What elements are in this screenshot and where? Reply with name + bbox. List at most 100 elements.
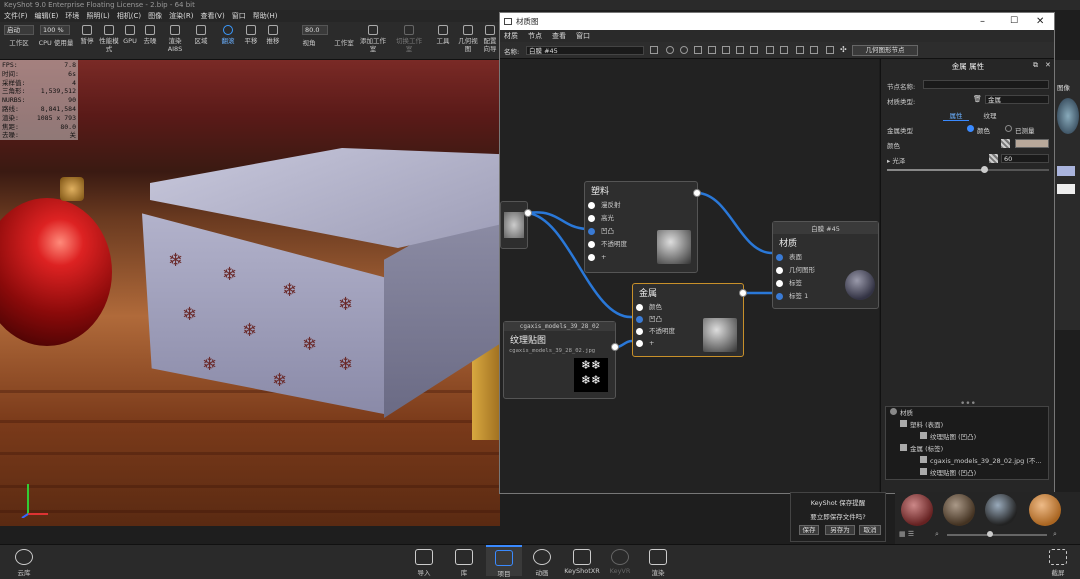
menu-window[interactable]: 窗口	[232, 10, 246, 22]
material-thumbnail[interactable]	[1029, 494, 1061, 526]
radio-icon[interactable]	[1005, 125, 1012, 132]
output-port[interactable]	[739, 289, 747, 297]
tool-icon[interactable]	[810, 46, 818, 54]
port-icon[interactable]	[636, 316, 643, 323]
expand-icon[interactable]: ▸	[887, 157, 890, 165]
slider-handle[interactable]	[987, 531, 993, 537]
project-button[interactable]: 项目	[486, 545, 522, 578]
radio-selected-icon[interactable]	[967, 125, 974, 132]
port-icon[interactable]	[636, 328, 643, 335]
tree-row[interactable]: 纹理贴图 (凹凸)	[886, 467, 1048, 479]
add-studio-button[interactable]: 添加工作室	[360, 25, 386, 53]
menu-material[interactable]: 材质	[504, 30, 518, 42]
menu-camera[interactable]: 相机(C)	[117, 10, 141, 22]
node-graph-canvas[interactable]: 塑料 漫反射 高光 凹凸 不透明度 + 金属 颜色 凹凸 不透明度 + 白膜 #…	[500, 59, 879, 493]
tree-row[interactable]: 金属 (标签)	[886, 443, 1048, 455]
render-viewport[interactable]: ❄ ❄ ❄ ❄ ❄ ❄ ❄ ❄ ❄ ❄ FPS: 7.8 时间: 6s 采样值: 4 …	[0, 60, 500, 526]
color-swatch[interactable]	[1057, 184, 1075, 194]
library-button[interactable]: 库	[446, 549, 482, 577]
slider-handle[interactable]	[981, 166, 989, 173]
perspective-button[interactable]: 视角	[300, 39, 318, 47]
config-wizard-button[interactable]: 配置向导	[482, 25, 498, 53]
tool-icon[interactable]	[680, 46, 688, 54]
delete-icon[interactable]	[736, 46, 744, 54]
tool-icon[interactable]	[694, 46, 702, 54]
menu-image[interactable]: 图像	[148, 10, 162, 22]
tool-icon[interactable]	[796, 46, 804, 54]
close-icon[interactable]: ✕	[1036, 13, 1044, 30]
thumbnail-size-slider[interactable]	[947, 534, 1047, 536]
workspace-button[interactable]: 工作区	[4, 39, 34, 47]
metal-node[interactable]: 金属 颜色 凹凸 不透明度 +	[632, 283, 744, 357]
menu-render[interactable]: 渲染(R)	[169, 10, 193, 22]
port-icon[interactable]	[776, 267, 783, 274]
menu-view[interactable]: 查看	[552, 30, 566, 42]
studio-button[interactable]: 工作室	[332, 39, 356, 47]
tab-texture[interactable]: 纹理	[977, 110, 1003, 120]
minimize-icon[interactable]: –	[980, 13, 985, 30]
zoom-out-icon[interactable]: ⌕	[935, 530, 939, 539]
animation-button[interactable]: 动画	[524, 549, 560, 577]
cpu-usage[interactable]: CPU 使用量	[36, 39, 76, 47]
tree-row[interactable]: 纹理贴图 (凹凸)	[886, 431, 1048, 443]
color-swatch[interactable]	[1057, 166, 1075, 176]
material-node[interactable]: 白膜 #45 材质 表面 几何图形 标签 标签 1	[772, 221, 879, 309]
cancel-button[interactable]: 取消	[859, 525, 881, 535]
save-button[interactable]: 保存	[799, 525, 819, 535]
port-icon[interactable]	[588, 241, 595, 248]
geometry-node-button[interactable]: 几何图形节点	[852, 45, 918, 56]
roughness-slider[interactable]	[887, 169, 1049, 171]
zoom-field[interactable]: 100 %	[40, 25, 70, 35]
texture-map-icon[interactable]	[1001, 139, 1010, 148]
switch-studio-button[interactable]: 切换工作室	[396, 25, 422, 53]
menu-lighting[interactable]: 照明(L)	[86, 10, 109, 22]
fov-field[interactable]: 80.0	[302, 25, 328, 35]
material-thumbnail[interactable]	[943, 494, 975, 526]
tree-row[interactable]: 材质	[886, 407, 1048, 419]
menu-window[interactable]: 窗口	[576, 30, 590, 42]
tool-icon[interactable]	[666, 46, 674, 54]
pan-button[interactable]: 平移	[242, 25, 260, 45]
close-icon[interactable]: ✕	[1045, 61, 1051, 69]
port-icon[interactable]	[588, 202, 595, 209]
menu-view[interactable]: 查看(V)	[200, 10, 224, 22]
output-port[interactable]	[524, 209, 532, 217]
port-icon[interactable]	[588, 254, 595, 261]
menu-environment[interactable]: 环境	[65, 10, 79, 22]
tool-icon[interactable]	[766, 46, 774, 54]
geometry-view-button[interactable]: 几何视图	[458, 25, 478, 53]
grid-view-icon[interactable]: ▦ ☰	[899, 530, 914, 538]
zoom-in-icon[interactable]: ⌕	[1053, 530, 1057, 539]
port-icon[interactable]	[776, 280, 783, 287]
tab-properties[interactable]: 属性	[943, 110, 969, 121]
menu-edit[interactable]: 编辑(E)	[35, 10, 59, 22]
material-type-select[interactable]: 金属	[985, 95, 1049, 104]
pause-button[interactable]: 暂停	[78, 25, 96, 45]
option-color[interactable]: 颜色	[977, 125, 990, 135]
keyvr-button[interactable]: KeyVR	[602, 549, 638, 575]
region-button[interactable]: 区域	[190, 25, 212, 45]
color-swatch[interactable]	[1015, 139, 1049, 148]
port-icon[interactable]	[776, 293, 783, 300]
material-graph-titlebar[interactable]: 材质图 – ☐ ✕	[500, 13, 1054, 30]
save-as-button[interactable]: 另存为	[825, 525, 855, 535]
output-port[interactable]	[693, 189, 701, 197]
plastic-node[interactable]: 塑料 漫反射 高光 凹凸 不透明度 +	[584, 181, 698, 273]
performance-mode-button[interactable]: 性能模式	[98, 25, 120, 53]
tumble-button[interactable]: 翻滚	[216, 25, 240, 45]
screenshot-button[interactable]: 截屏	[1040, 549, 1076, 577]
render-ai8s-button[interactable]: 渲染 AI8S	[162, 25, 188, 53]
output-port[interactable]	[611, 343, 619, 351]
mode-select[interactable]: 启动	[4, 25, 34, 35]
material-thumbnail[interactable]	[985, 494, 1017, 526]
menu-node[interactable]: 节点	[528, 30, 542, 42]
menu-help[interactable]: 帮助(H)	[253, 10, 278, 22]
tree-row[interactable]: cgaxis_models_39_28_02.jpg (不...	[886, 455, 1048, 467]
dolly-button[interactable]: 推移	[264, 25, 282, 45]
image-tab[interactable]: 图像	[1057, 82, 1070, 92]
render-button[interactable]: 渲染	[640, 549, 676, 577]
gpu-button[interactable]: GPU	[122, 25, 138, 45]
tool-icon[interactable]	[826, 46, 834, 54]
tool-icon[interactable]	[780, 46, 788, 54]
pin-icon[interactable]: ✣	[840, 46, 847, 54]
